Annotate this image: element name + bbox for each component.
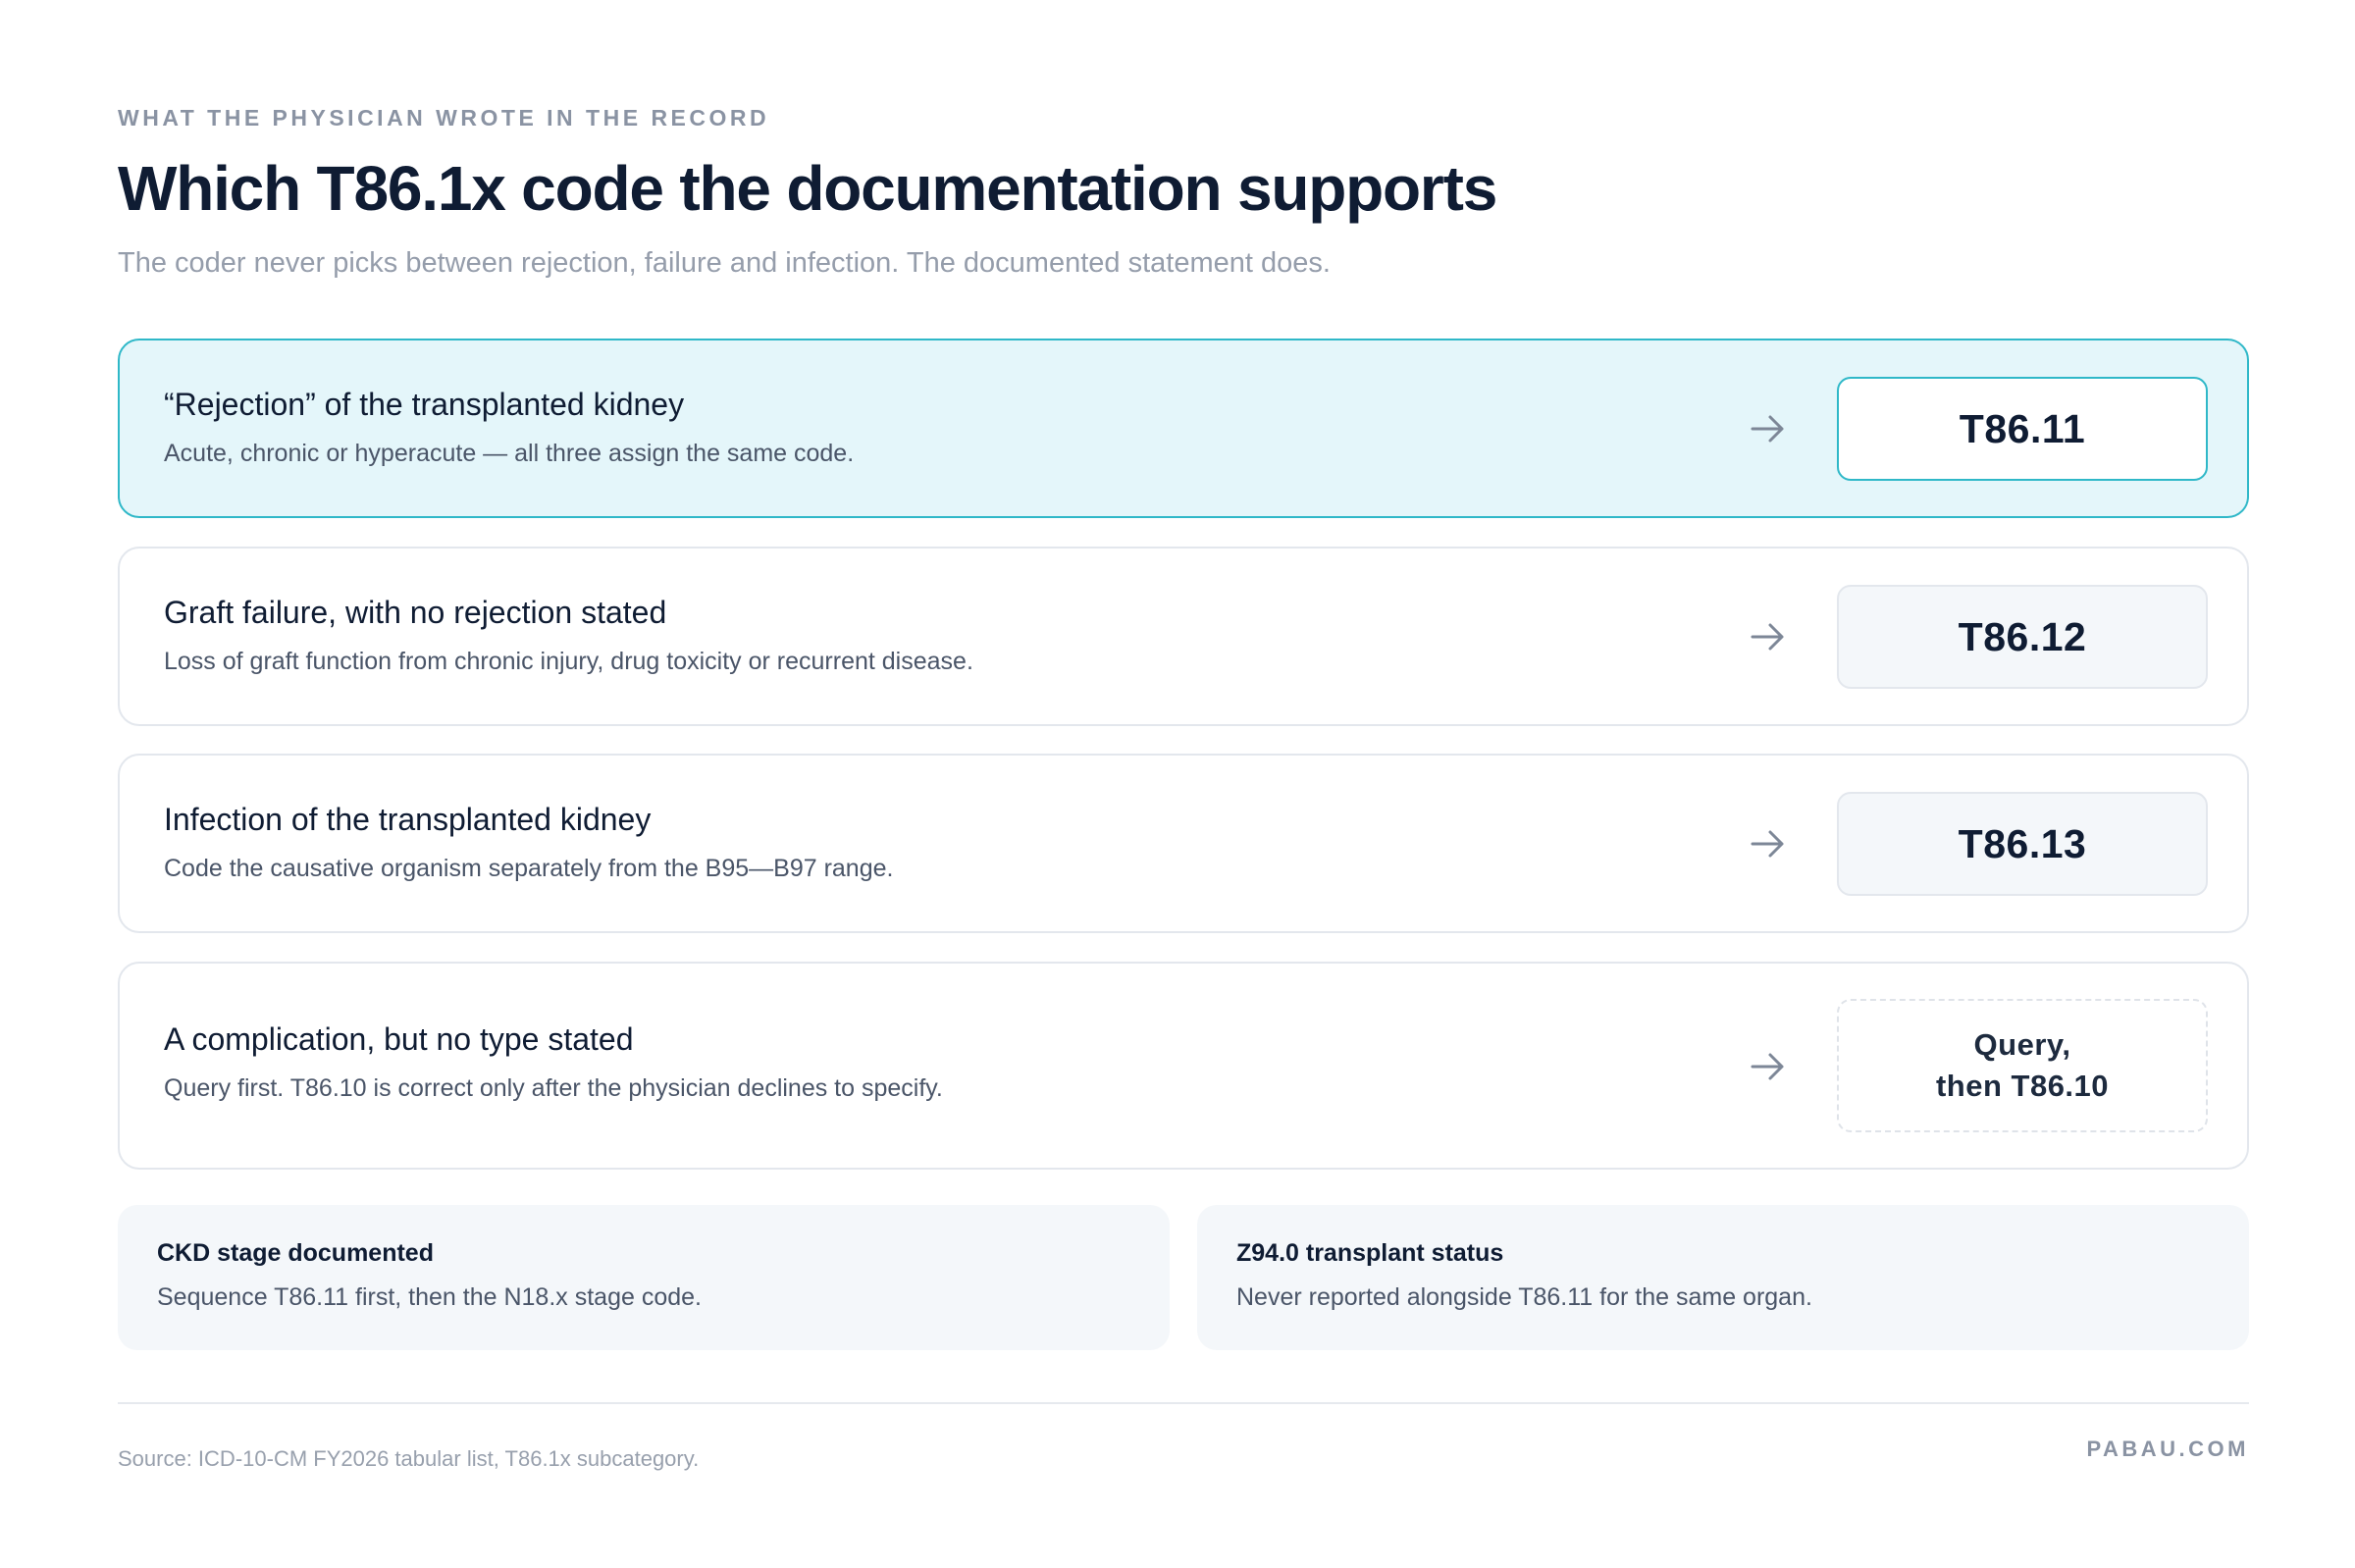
page-title: Which T86.1x code the documentation supp… xyxy=(118,153,1497,224)
note-card-ckd: CKD stage documented Sequence T86.11 fir… xyxy=(118,1205,1170,1350)
code-line: Query, xyxy=(1973,1027,2071,1062)
rule-label: Infection of the transplanted kidney xyxy=(164,802,652,837)
query-code-box: Query, then T86.10 xyxy=(1837,999,2208,1132)
rule-description: Loss of graft function from chronic inju… xyxy=(164,648,973,675)
code-line: then T86.10 xyxy=(1935,1069,2110,1103)
rule-card-infection: Infection of the transplanted kidney Cod… xyxy=(118,754,2249,933)
rule-description: Query first. T86.10 is correct only afte… xyxy=(164,1074,943,1102)
footer-divider xyxy=(118,1402,2249,1404)
rule-label: “Rejection” of the transplanted kidney xyxy=(164,387,685,422)
rule-description: Code the causative organism separately f… xyxy=(164,855,894,882)
note-text: Never reported alongside T86.11 for the … xyxy=(1236,1283,1812,1311)
page-subtitle: The coder never picks between rejection,… xyxy=(118,247,1331,279)
arrow-right-icon xyxy=(1751,830,1784,858)
rule-card-unspecified: A complication, but no type stated Query… xyxy=(118,962,2249,1170)
note-text: Sequence T86.11 first, then the N18.x st… xyxy=(157,1283,702,1311)
code-box: T86.12 xyxy=(1837,585,2208,689)
note-title: CKD stage documented xyxy=(157,1239,434,1267)
rule-card-graft-failure: Graft failure, with no rejection stated … xyxy=(118,547,2249,726)
note-title: Z94.0 transplant status xyxy=(1236,1239,1504,1267)
rule-label: Graft failure, with no rejection stated xyxy=(164,595,667,630)
arrow-right-icon xyxy=(1751,623,1784,651)
code-box: T86.13 xyxy=(1837,792,2208,896)
eyebrow: WHAT THE PHYSICIAN WROTE IN THE RECORD xyxy=(118,105,770,131)
code-box: T86.11 xyxy=(1837,377,2208,481)
rule-card-rejection: “Rejection” of the transplanted kidney A… xyxy=(118,339,2249,518)
arrow-right-icon xyxy=(1751,1053,1784,1080)
arrow-right-icon xyxy=(1751,415,1784,443)
rule-label: A complication, but no type stated xyxy=(164,1021,634,1057)
brand-link[interactable]: PABAU.COM xyxy=(2086,1437,2249,1462)
note-card-z94: Z94.0 transplant status Never reported a… xyxy=(1197,1205,2249,1350)
notes-row: CKD stage documented Sequence T86.11 fir… xyxy=(118,1205,2249,1350)
source-note: Source: ICD-10-CM FY2026 tabular list, T… xyxy=(118,1446,700,1471)
page: WHAT THE PHYSICIAN WROTE IN THE RECORD W… xyxy=(0,0,2355,1568)
rule-description: Acute, chronic or hyperacute — all three… xyxy=(164,440,855,467)
